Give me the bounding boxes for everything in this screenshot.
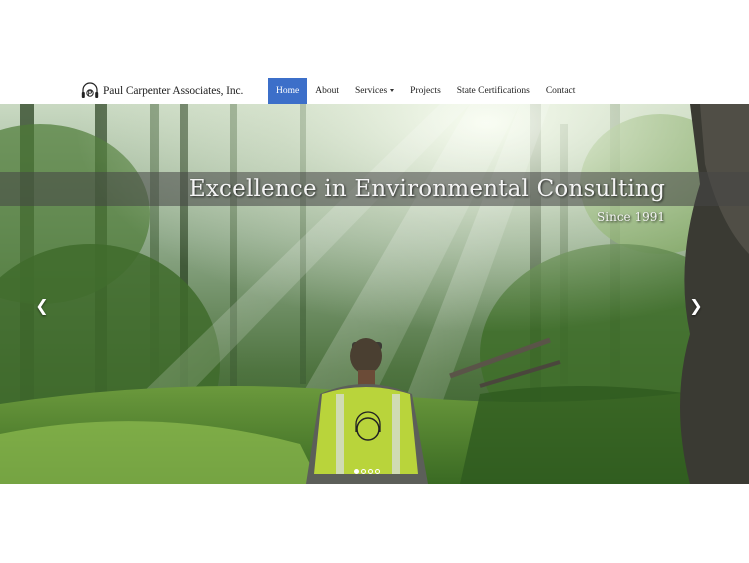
hero-carousel: Excellence in Environmental Consulting S… bbox=[0, 104, 749, 484]
nav-contact[interactable]: Contact bbox=[538, 78, 584, 104]
nav-contact-label: Contact bbox=[545, 86, 576, 96]
nav-home-label: Home bbox=[276, 86, 300, 96]
carousel-indicators bbox=[354, 469, 380, 474]
carousel-indicator-4[interactable] bbox=[375, 469, 380, 474]
pca-headphones-logo-icon bbox=[81, 82, 99, 98]
brand-name: Paul Carpenter Associates, Inc. bbox=[103, 85, 244, 97]
hero-title: Excellence in Environmental Consulting bbox=[188, 176, 665, 202]
nav-about-label: About bbox=[315, 86, 339, 96]
carousel-indicator-1[interactable] bbox=[354, 469, 359, 474]
carousel-indicator-2[interactable] bbox=[361, 469, 366, 474]
hero-subtitle: Since 1991 bbox=[597, 210, 665, 224]
forest-hero-image bbox=[0, 104, 749, 484]
main-nav: Home About Services Projects State Certi… bbox=[268, 78, 583, 104]
top-navbar: Paul Carpenter Associates, Inc. Home Abo… bbox=[0, 78, 749, 105]
nav-about[interactable]: About bbox=[307, 78, 347, 104]
nav-state-certifications-label: State Certifications bbox=[456, 86, 530, 96]
nav-services-label: Services bbox=[354, 86, 388, 96]
chevron-right-icon: ❯ bbox=[689, 296, 703, 315]
carousel-prev-button[interactable]: ❮ bbox=[32, 296, 52, 316]
nav-home[interactable]: Home bbox=[268, 78, 308, 104]
nav-projects-label: Projects bbox=[410, 86, 441, 96]
nav-projects[interactable]: Projects bbox=[402, 78, 449, 104]
nav-state-certifications[interactable]: State Certifications bbox=[449, 78, 538, 104]
brand-link[interactable]: Paul Carpenter Associates, Inc. bbox=[80, 80, 243, 102]
carousel-indicator-3[interactable] bbox=[368, 469, 373, 474]
nav-services-dropdown[interactable]: Services bbox=[347, 78, 402, 104]
carousel-next-button[interactable]: ❯ bbox=[686, 296, 706, 316]
caret-down-icon bbox=[390, 89, 395, 93]
chevron-left-icon: ❮ bbox=[35, 296, 49, 315]
